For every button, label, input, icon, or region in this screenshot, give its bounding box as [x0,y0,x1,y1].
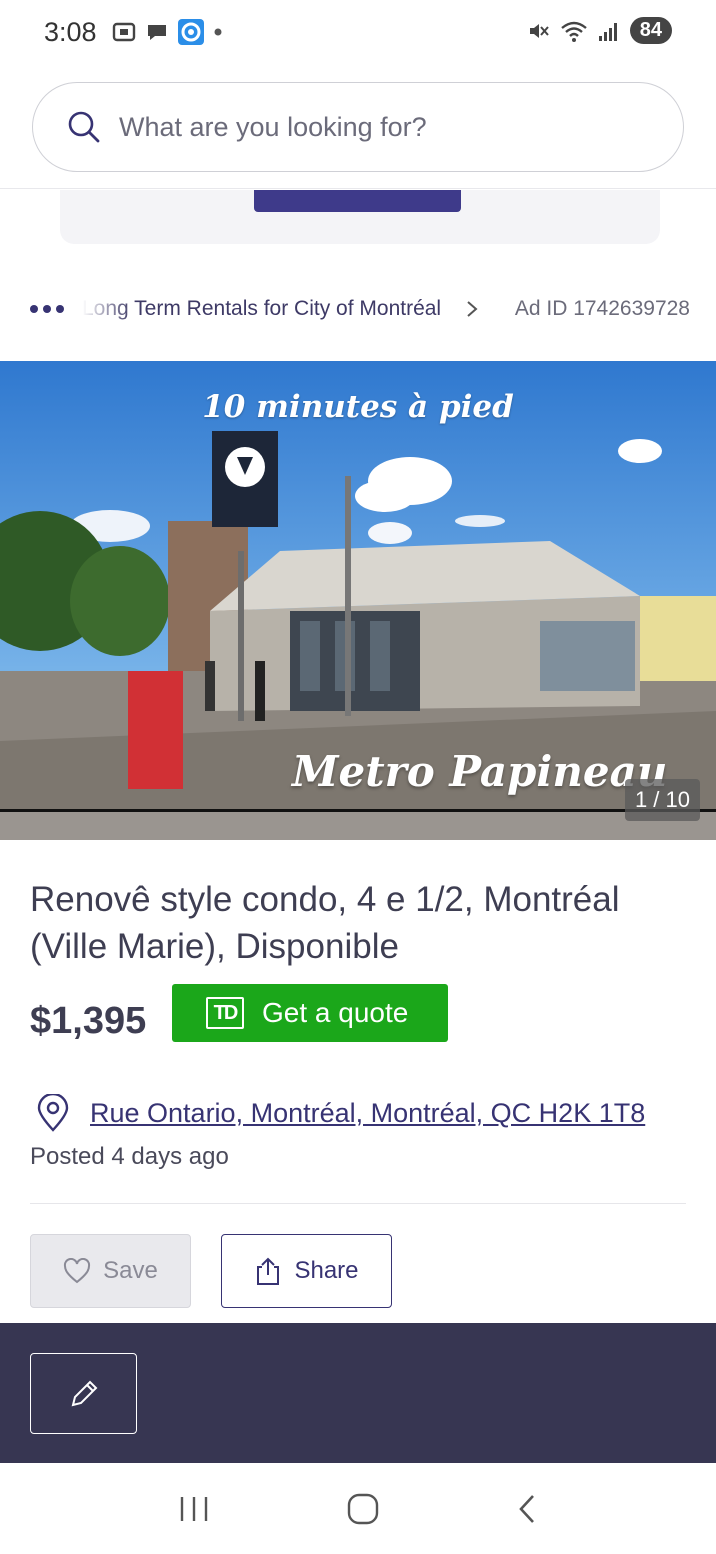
photo-caption-top: 10 minutes à pied [202,389,514,425]
share-icon [257,1257,280,1285]
photo-caption-bottom: Metro Papineau [292,747,668,796]
edit-button[interactable] [30,1353,137,1434]
breadcrumb-more-button[interactable] [30,305,74,313]
save-button[interactable]: Save [30,1234,191,1308]
screenshot-icon [112,22,135,42]
search-bar[interactable] [32,82,684,172]
system-nav-bar [0,1463,716,1554]
posted-date: Posted 4 days ago [30,1143,229,1170]
share-button[interactable]: Share [221,1234,392,1308]
search-icon [68,111,100,143]
chevron-right-icon [452,299,492,319]
td-logo-icon: TD [206,997,244,1029]
header-divider [0,188,716,189]
pencil-icon [71,1380,97,1406]
home-icon[interactable] [346,1492,380,1526]
listing-photo[interactable]: 10 minutes à pied Metro Papineau 1 / 10 [0,361,716,840]
location-row: Rue Ontario, Montréal, Montréal, QC H2K … [36,1094,645,1132]
section-divider [30,1203,686,1204]
location-pin-icon [37,1094,69,1132]
chat-icon [147,25,166,40]
battery-indicator: 84 [629,17,672,44]
signal-icon [598,22,617,41]
bottom-panel [0,1323,716,1463]
status-time: 3:08 [44,16,97,47]
partial-card [60,190,660,244]
more-dot-icon [214,28,222,36]
status-bar: 3:08 84 [0,0,716,64]
recents-icon[interactable] [177,1494,211,1524]
back-icon[interactable] [515,1492,539,1526]
app-icon [177,19,204,45]
get-quote-label: Get a quote [262,997,409,1028]
partial-button[interactable] [254,190,461,212]
search-input[interactable] [119,111,619,143]
status-right: 84 [526,17,672,44]
share-label: Share [294,1257,359,1284]
breadcrumb: Long Term Rentals for City of Montréal A… [30,292,690,326]
ad-id: Ad ID 1742639728 [514,297,690,320]
heart-icon [64,1258,91,1284]
wifi-icon [560,21,587,42]
listing-title: Renovê style condo, 4 e 1/2, Montréal (V… [30,880,620,966]
photo-counter: 1 / 10 [624,779,700,821]
mute-icon [529,23,549,38]
listing-price: $1,395 [30,1000,147,1042]
breadcrumb-category-link[interactable]: Long Term Rentals for City of Montréal [82,297,452,321]
notification-icons [111,18,223,46]
address-link[interactable]: Rue Ontario, Montréal, Montréal, QC H2K … [90,1098,645,1129]
save-label: Save [103,1257,158,1284]
get-quote-button[interactable]: TD Get a quote [172,984,448,1042]
